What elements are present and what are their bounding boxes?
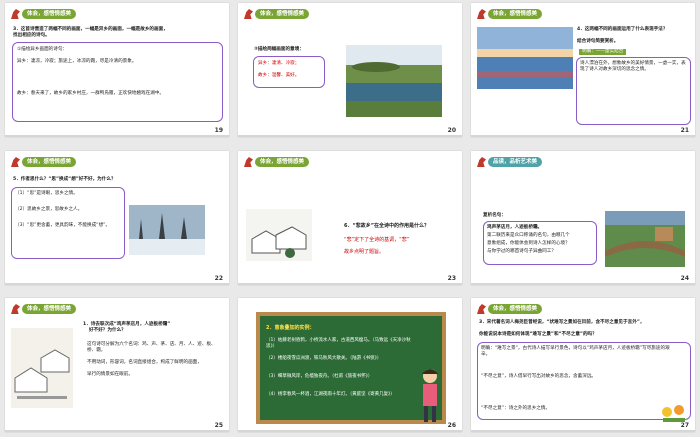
question-line: 4．这两幅不同的画面运用了什么表现手法？ (577, 27, 668, 32)
horse-icon (11, 157, 20, 167)
slide-number: 26 (447, 422, 456, 429)
slide-footer-bar (471, 135, 695, 137)
bridge-painting (605, 211, 685, 267)
answer-line: “不尽之意”，诗人借早行写出对故乡的思念，含蓄深远。 (481, 374, 597, 379)
answer-line: 不用动词，形容词，名词直接组合，构成了鲜明的画面， (87, 360, 202, 365)
slide-number: 20 (447, 127, 456, 134)
slide-header: 体会，感悟情感美 (244, 9, 310, 19)
slide-19[interactable]: 体会，感悟情感美 3．这首诗营造了两幅不同的画面，一幅是异乡的画面，一幅是故乡的… (5, 3, 229, 137)
horse-icon (244, 9, 253, 19)
horse-icon (477, 304, 486, 314)
example-line: （1）枯藤老树昏鸦，小桥流水人家，古道西风瘦马。（马致远《天净沙秋思》） (266, 338, 411, 349)
answer-line: 意象组成，你能体会到诗人怎样的心境？ (487, 241, 570, 246)
slide-footer-bar (5, 135, 229, 137)
slide-27[interactable]: 体会，感悟情感美 3．宋代著名词人梅尧臣曾经说，“状难写之景如在目前，含不尽之意… (471, 298, 695, 432)
answer-line: （2）思故乡之景，思故乡之人。 (15, 207, 83, 212)
answer-line: 鸡声茅店月，人迹板桥霜。 (487, 225, 543, 230)
horse-icon (477, 9, 486, 19)
section-label: 体会，感悟情感美 (255, 157, 310, 167)
answer-line: 故乡：温馨、美好。 (258, 73, 300, 78)
slide-number: 23 (447, 275, 456, 282)
question-line: 结合诗句简要赏析。 (577, 39, 619, 44)
lake-landscape-photo (346, 45, 442, 117)
slide-26[interactable]: 2．意象叠加的实例： （1）枯藤老树昏鸦，小桥流水人家，古道西风瘦马。（马致远《… (238, 298, 462, 432)
horse-icon (11, 304, 20, 314)
answer-line: 第二联历来是众口称诵的名句，由哪几个 (487, 233, 570, 238)
answer-box (12, 42, 223, 122)
answer-title: ①描绘异乡画面的诗句： (17, 47, 68, 52)
ink-wash-painting (11, 328, 73, 408)
question-line: 你能说说本诗是如何体现“难写之景”和“不尽之意”的吗？ (479, 332, 597, 337)
slide-21[interactable]: 体会，感悟情感美 4．这两幅不同的画面运用了什么表现手法？ 结合诗句简要赏析。 … (471, 3, 695, 137)
slide-footer-bar (5, 430, 229, 432)
flower-decoration (662, 405, 685, 422)
section-label: 体会，感悟情感美 (22, 157, 77, 167)
winter-trees-photo (129, 205, 205, 255)
question-line: 5．作者思什么？“思”换成“想”好不好，为什么？ (13, 177, 116, 182)
slide-20[interactable]: 体会，感悟情感美 ②描绘两幅画面的意境： 异乡：凄清、冷寂； 故乡：温馨、美好。… (238, 3, 462, 137)
slide-footer-bar (238, 135, 462, 137)
question-line: 3．宋代著名词人梅尧臣曾经说，“状难写之景如在目前，含不尽之意见于言外”， (479, 320, 645, 325)
slide-25[interactable]: 体会，感悟情感美 1．诗去联次成“鸡声茅店月，人迹板桥霜” 好不好？为什么？ 这… (5, 298, 229, 432)
answer-line: 异乡：凄清、冷寂； (258, 61, 300, 66)
slide-header: 体会，感悟情感美 (244, 157, 310, 167)
slide-header: 体会，感悟情感美 (11, 157, 77, 167)
horse-icon (11, 9, 20, 19)
slide-footer-bar (238, 283, 462, 285)
ink-village-painting (246, 209, 312, 261)
question-line: 好不好？为什么？ (89, 328, 126, 333)
answer-line: 这句诗可分解为六个名词：鸡、声、茅、店、月、人、迹、板、桥、霜， (87, 342, 216, 354)
horse-icon (477, 157, 486, 167)
example-line: （3）细草微风岸，危樯独夜舟。（杜甫《旅夜书怀》） (266, 374, 373, 379)
slide-number: 25 (214, 422, 223, 429)
answer-line: 与你学过的哪首诗句子异曲同工？ (487, 249, 556, 254)
answer-line: 诗人漂泊在外，想象故乡的美好情景，一虚一实，表现了诗人对故乡深切的思念之情。 (580, 61, 686, 73)
slide-number: 24 (680, 275, 689, 282)
horse-icon (244, 157, 253, 167)
chalkboard-heading: 2．意象叠加的实例： (266, 325, 315, 331)
slide-header: 体会，感悟情感美 (477, 9, 543, 19)
lakeside-sunset-photo (477, 27, 573, 89)
answer-line: “不尽之意”：诗之外的思乡之情。 (481, 406, 551, 411)
answer-line: 早行的情景如在眼前。 (87, 372, 133, 377)
section-label: 体会，感悟情感美 (488, 304, 543, 314)
slide-22[interactable]: 体会，感悟情感美 5．作者思什么？“思”换成“想”好不好，为什么？ （1）“思”… (5, 151, 229, 285)
example-line: （4）杨李春风一杯酒，江湖夜雨十年灯。（黄庭坚《寄黄几复》） (266, 392, 395, 397)
answer-line: 故乡点明了题旨。 (344, 249, 385, 255)
question-line: 找出相应的诗句。 (13, 33, 50, 38)
slide-header: 品读，品析艺术美 (477, 157, 543, 167)
question-heading: 复析名句： (483, 213, 506, 218)
example-line: （2）楼船夜雪瓜洲渡，铁马秋风大散关。（陆游《书愤》） (266, 356, 382, 361)
answer-heading: 明确：——虚实结合 (579, 49, 627, 56)
slide-header: 体会，感悟情感美 (11, 304, 77, 314)
slide-footer-bar (471, 283, 695, 285)
answer-line: 异乡：凄凉，冷寂；旅途上，冰凉的霜，尽是冷清的景象。 (17, 59, 137, 64)
question-line: 6．“悲故乡”在全诗中的作用是什么？ (344, 223, 430, 229)
slide-header: 体会，感悟情感美 (11, 9, 77, 19)
answer-line: （3）“思”更含蓄，更具韵味，不能换成“想”。 (15, 223, 111, 228)
slide-footer-bar (238, 430, 462, 432)
slide-number: 27 (680, 422, 689, 429)
answer-line: “悲”定下了全诗的基调，“悲” (344, 237, 410, 243)
section-label: 体会，感悟情感美 (488, 9, 543, 19)
question-line: ②描绘两幅画面的意境： (254, 47, 304, 52)
student-figure (422, 369, 438, 422)
answer-line: （1）“思”是诗眼，思乡之情。 (15, 191, 78, 196)
slide-footer-bar (471, 430, 695, 432)
answer-line: 明确：“难写之景”，古代诗人描写早行景色，诗句以“鸡声茅店月，人迹板桥霜”写尽旅… (481, 346, 670, 358)
slide-header: 体会，感悟情感美 (477, 304, 543, 314)
section-label: 体会，感悟情感美 (22, 9, 77, 19)
section-label: 体会，感悟情感美 (22, 304, 77, 314)
slide-23[interactable]: 体会，感悟情感美 6．“悲故乡”在全诗中的作用是什么？ “悲”定下了全诗的基调，… (238, 151, 462, 285)
answer-line: 故乡：春天来了，故乡的家乡村庄，一群鸭凫雁，正欢快地嬉戏在湖中。 (17, 91, 165, 96)
slide-footer-bar (5, 283, 229, 285)
slide-number: 19 (214, 127, 223, 134)
slide-number: 21 (680, 127, 689, 134)
slide-number: 22 (214, 275, 223, 282)
slide-24[interactable]: 品读，品析艺术美 复析名句： 鸡声茅店月，人迹板桥霜。 第二联历来是众口称诵的名… (471, 151, 695, 285)
section-label: 体会，感悟情感美 (255, 9, 310, 19)
section-label: 品读，品析艺术美 (488, 157, 543, 167)
